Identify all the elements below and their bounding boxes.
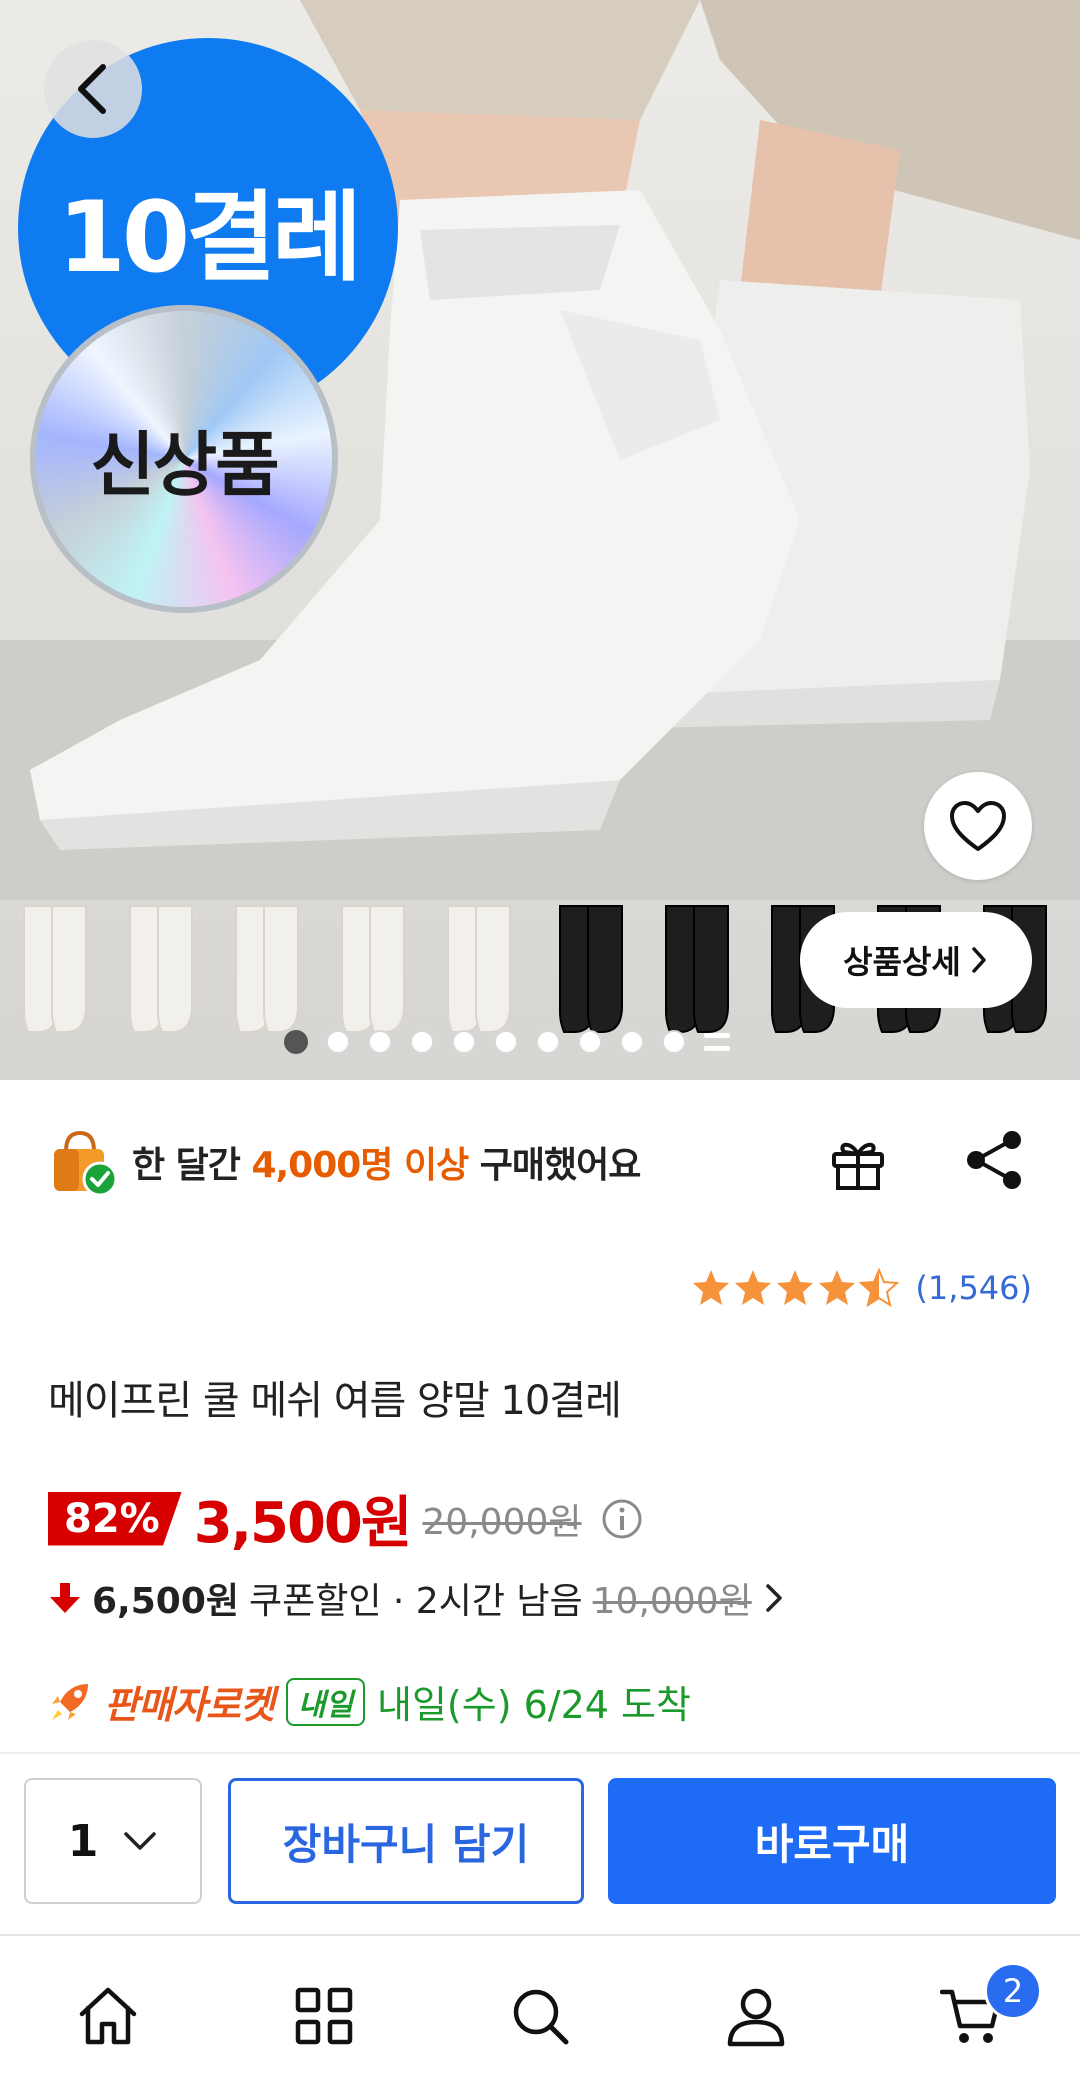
coupon-label: 쿠폰할인 · 2시간 남음: [249, 1581, 583, 1622]
nav-my-page[interactable]: [716, 1976, 796, 2056]
star-rating-icon: [693, 1269, 899, 1306]
purchase-count-prefix: 한 달간: [132, 1145, 252, 1186]
nav-home[interactable]: [68, 1976, 148, 2056]
count-badge-text: 10결레: [57, 181, 363, 295]
new-product-badge-text: 신상품: [90, 423, 279, 506]
back-button[interactable]: [44, 40, 142, 138]
quantity-value: 1: [67, 1815, 99, 1867]
tomorrow-badge: 내일: [285, 1677, 366, 1726]
chevron-left-icon: [78, 64, 106, 114]
wishlist-button[interactable]: [924, 772, 1032, 880]
heart-icon: [950, 801, 1006, 851]
pagination-dot[interactable]: [284, 1030, 308, 1054]
rating-summary[interactable]: (1,546): [691, 1268, 1032, 1308]
share-button[interactable]: [964, 1128, 1026, 1196]
discount-rate-badge: 82%: [48, 1491, 182, 1546]
original-price: 20,000원: [422, 1501, 582, 1543]
purchase-count-highlight: 4,000명 이상: [251, 1145, 469, 1186]
coupon-original-price: 10,000원: [592, 1581, 752, 1622]
grid-icon: [295, 1987, 353, 2045]
pagination-dot[interactable]: [410, 1030, 434, 1054]
gift-icon: [832, 1142, 884, 1190]
coupon-discount-row[interactable]: 6,500원 쿠폰할인 · 2시간 남음 10,000원: [48, 1572, 786, 1624]
pagination-dot[interactable]: [368, 1030, 392, 1054]
gallery-pagination: [284, 1030, 730, 1054]
buy-now-button[interactable]: 바로구매: [608, 1778, 1056, 1904]
pagination-dot[interactable]: [452, 1030, 476, 1054]
purchase-count-banner: 한 달간 4,000명 이상 구매했어요: [48, 1120, 642, 1204]
purchase-count-text: 한 달간 4,000명 이상 구매했어요: [132, 1136, 642, 1188]
delivery-brand: 판매자로켓: [104, 1683, 275, 1727]
delivery-date: 내일(수) 6/24 도착: [377, 1683, 691, 1727]
product-image-gallery[interactable]: 10결레 신상품 상품상세: [0, 0, 1080, 1080]
cart-count-badge: 2: [984, 1962, 1042, 2020]
rocket-icon: [52, 1683, 88, 1720]
delivery-info-row: 판매자로켓 내일 내일(수) 6/24 도착: [48, 1674, 691, 1729]
pagination-more-icon: [704, 1033, 730, 1051]
review-count[interactable]: (1,546): [915, 1269, 1032, 1307]
user-icon: [727, 1988, 785, 2047]
nav-search[interactable]: [500, 1976, 580, 2056]
chevron-down-icon: [124, 1832, 157, 1850]
search-icon: [513, 1989, 569, 2045]
nav-category[interactable]: [284, 1976, 364, 2056]
purchase-count-suffix: 구매했어요: [468, 1145, 642, 1186]
coupon-price: 6,500원: [92, 1581, 239, 1622]
pagination-dot[interactable]: [536, 1030, 560, 1054]
product-title: 메이프린 쿨 메쉬 여름 양말 10결레: [48, 1378, 622, 1424]
chevron-right-icon: [972, 947, 986, 973]
pagination-dot[interactable]: [620, 1030, 644, 1054]
add-to-cart-button[interactable]: 장바구니 담기: [228, 1778, 584, 1904]
pagination-dot[interactable]: [326, 1030, 350, 1054]
share-icon: [967, 1131, 1021, 1189]
new-product-badge: 신상품: [30, 305, 338, 613]
pagination-dot[interactable]: [578, 1030, 602, 1054]
pagination-dot[interactable]: [662, 1030, 686, 1054]
price-row: 82% 3,500원 20,000원: [48, 1478, 644, 1559]
arrow-down-icon: [50, 1583, 80, 1613]
bottom-navigation: [0, 1934, 1080, 2096]
shopping-bag-check-icon: [54, 1130, 118, 1197]
info-icon[interactable]: [600, 1497, 644, 1541]
quantity-select[interactable]: 1: [24, 1778, 202, 1904]
gift-button[interactable]: [826, 1130, 890, 1198]
sale-price: 3,500원: [193, 1491, 413, 1556]
chevron-right-icon: [765, 1584, 782, 1612]
product-detail-button[interactable]: 상품상세: [800, 912, 1032, 1008]
product-detail-label: 상품상세: [843, 943, 961, 981]
purchase-action-bar: 1 장바구니 담기 바로구매: [0, 1752, 1080, 1934]
pagination-dot[interactable]: [494, 1030, 518, 1054]
home-icon: [79, 1987, 137, 2045]
